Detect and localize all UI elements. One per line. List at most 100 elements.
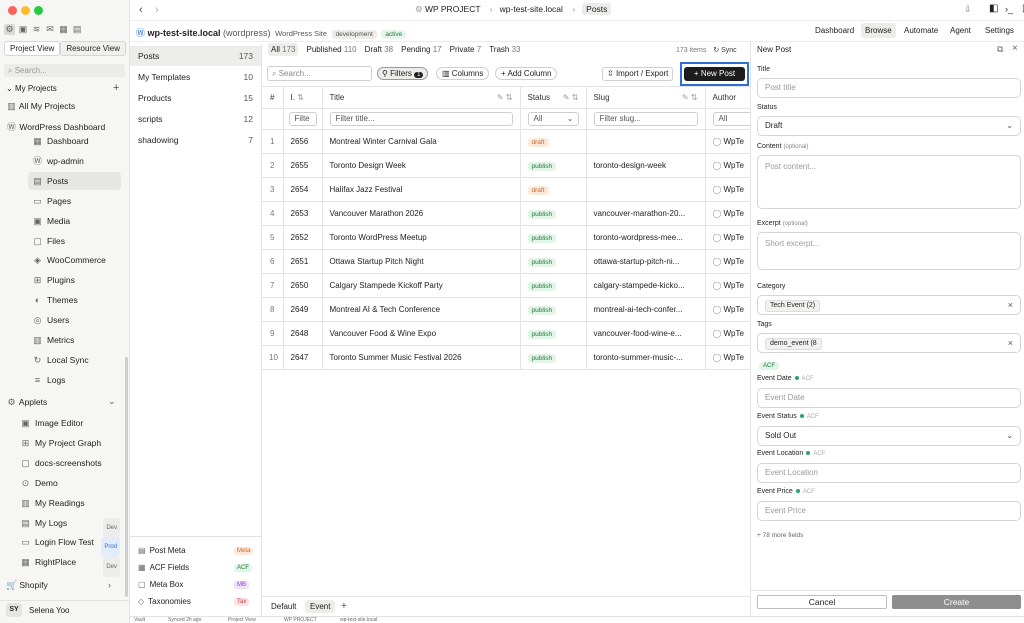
cell-id[interactable]: 2650 [283,273,323,298]
post-content-textarea[interactable]: Post content... [757,155,1021,209]
sidebar-item-themes[interactable]: ◐ Themes [28,291,121,309]
sidebar-item-wp-admin[interactable]: Ⓦwp-admin [28,152,121,170]
table-row[interactable]: 10 2647 Toronto Summer Music Festival 2026… [262,345,750,370]
cell-title[interactable]: Calgary Stampede Kickoff Party [322,273,521,298]
meta-type-item[interactable]: ▦ ACF Fields ACF [138,563,252,572]
calendar-icon[interactable]: ▤ [72,24,83,35]
cell-title[interactable]: Toronto WordPress Meetup [322,225,521,250]
breadcrumb-project[interactable]: WP PROJECT [425,4,480,14]
sidebar-item-local-sync[interactable]: ↻ Local Sync [28,351,121,369]
status-site[interactable]: wp-test-site.local [340,617,377,623]
meta-type-item[interactable]: ▢ Meta Box MB [138,580,249,589]
status-tab-trash[interactable]: Trash 33 [489,45,520,54]
forward-icon[interactable]: › [155,4,159,16]
status-tab-published[interactable]: Published 110 [306,45,356,54]
cell-title[interactable]: Vancouver Food & Wine Expo [322,321,521,346]
minimize-window-button[interactable] [21,6,30,15]
sidebar-item-metrics[interactable]: ▥ Metrics [28,331,121,349]
tab-automate[interactable]: Automate [900,23,942,38]
cell-author[interactable]: ◯ WpTe [705,177,750,202]
status-vault[interactable]: Vault [134,617,145,623]
cell-author[interactable]: ◯ WpTe [705,321,750,346]
acf-input[interactable]: Event Price [757,500,1021,521]
tags-select[interactable]: demo_event (8 × [757,333,1021,353]
applet-item[interactable]: ▢ docs-screenshots [16,454,124,472]
chevron-right-icon[interactable]: › [108,580,111,590]
my-projects-header[interactable]: ⌄ My Projects [6,84,57,93]
cell-id[interactable]: 2649 [283,297,323,322]
table-row[interactable]: 9 2648 Vancouver Food & Wine Expo publish va… [262,321,750,346]
cell-title[interactable]: Montreal AI & Tech Conference [322,297,521,322]
cell-status[interactable]: publish [520,345,587,370]
cell-id[interactable]: 2654 [283,177,323,202]
tab-agent[interactable]: Agent [946,23,975,38]
cell-id[interactable]: 2656 [283,129,323,154]
sidebar-item-users[interactable]: ◎ Users [28,311,121,329]
cell-status[interactable]: publish [520,297,587,322]
breadcrumb-page[interactable]: Posts [582,3,612,15]
download-icon[interactable]: ⇩ [964,4,972,15]
sidebar-item-media[interactable]: ▣ Media [28,212,121,230]
sidebar-item-pages[interactable]: ▭ Pages [28,192,121,210]
sort-icon[interactable]: ⇅ [295,93,304,102]
applet-item[interactable]: ▭ Login Flow Test Prod [16,533,124,558]
cancel-button[interactable]: Cancel [757,595,887,609]
header-title[interactable]: Title ✎ ⇅ [322,87,521,109]
sidebar-scrollbar[interactable] [125,357,128,597]
acf-input[interactable]: Event Location [757,463,1021,483]
status-tab-pending[interactable]: Pending 17 [401,45,442,54]
table-row[interactable]: 8 2649 Montreal AI & Tech Conference publis… [262,297,750,322]
header-id[interactable]: I. ⇅ [283,87,323,109]
chevron-down-icon[interactable]: ⌄ [108,396,116,407]
cell-slug[interactable]: ottawa-startup-pitch-ni... [586,249,706,274]
tag-chip[interactable]: demo_event (8 [765,338,822,350]
cell-slug[interactable]: calgary-stampede-kicko... [586,273,706,298]
edit-sort-icon[interactable]: ✎ ⇅ [682,93,698,102]
cell-title[interactable]: Ottawa Startup Pitch Night [322,249,521,274]
header-status[interactable]: Status ✎ ⇅ [520,87,587,109]
cell-slug[interactable]: toronto-design-week [586,153,706,178]
cell-title[interactable]: Toronto Design Week [322,153,521,178]
edit-sort-icon[interactable]: ✎ ⇅ [497,93,513,102]
status-filter-select[interactable]: All ⌄ [527,111,579,126]
status-select[interactable]: Draft ⌄ [757,116,1021,136]
more-fields-link[interactable]: + 78 more fields [757,532,803,539]
header-author[interactable]: Author [705,87,750,109]
sidebar-item-woocommerce[interactable]: ◈ WooCommerce [28,251,121,269]
table-row[interactable]: 1 2656 Montreal Winter Carnival Gala draft ◯… [262,129,750,154]
applet-item[interactable]: ▤ My Logs Dev [16,514,124,538]
cell-author[interactable]: ◯ WpTe [705,273,750,298]
breadcrumb-site[interactable]: wp-test-site.local [500,4,563,14]
table-row[interactable]: 7 2650 Calgary Stampede Kickoff Party publi… [262,273,750,298]
title-filter-input[interactable]: Filter title... [329,111,513,126]
all-projects-link[interactable]: ▥ All My Projects [6,101,75,112]
edit-sort-icon[interactable]: ✎ ⇅ [563,93,579,102]
cell-status[interactable]: publish [520,273,587,298]
sidebar-item-plugins[interactable]: ⊞ Plugins [28,271,121,289]
sync-button[interactable]: ↻ Sync [713,47,736,54]
sidebar-toggle-icon[interactable]: ◧ [989,3,998,14]
sidebar-item-dashboard[interactable]: ▦ Dashboard [28,132,121,150]
author-filter-select[interactable]: All [712,111,750,126]
cell-status[interactable]: draft [520,177,587,202]
cell-slug[interactable]: vancouver-marathon-20... [586,201,706,226]
cell-id[interactable]: 2652 [283,225,323,250]
cell-status[interactable]: publish [520,249,587,274]
applet-item[interactable]: ▥ My Readings [16,494,124,512]
acf-input[interactable]: Event Date [757,388,1021,408]
zoom-window-button[interactable] [34,6,43,15]
applet-item[interactable]: ⊞ My Project Graph [16,434,124,452]
filters-button[interactable]: ⚲ Filters 1 [377,67,429,80]
status-tab-private[interactable]: Private 7 [450,45,482,54]
cell-author[interactable]: ◯ WpTe [705,201,750,226]
search-input[interactable]: ⌕ Search... [267,66,372,81]
applet-item[interactable]: ⊙ Demo [16,474,124,492]
cell-title[interactable]: Halifax Jazz Festival [322,177,521,202]
meta-type-item[interactable]: ▤ Post Meta Meta [138,546,254,555]
slug-filter-input[interactable]: Filter slug... [593,111,698,126]
cell-status[interactable]: publish [520,153,587,178]
cell-status[interactable]: draft [520,129,587,154]
content-type-my-templates[interactable]: My Templates 10 [130,67,261,87]
applets-header[interactable]: ⚙ Applets [6,397,47,408]
sidebar-item-files[interactable]: ▢ Files [28,232,121,250]
